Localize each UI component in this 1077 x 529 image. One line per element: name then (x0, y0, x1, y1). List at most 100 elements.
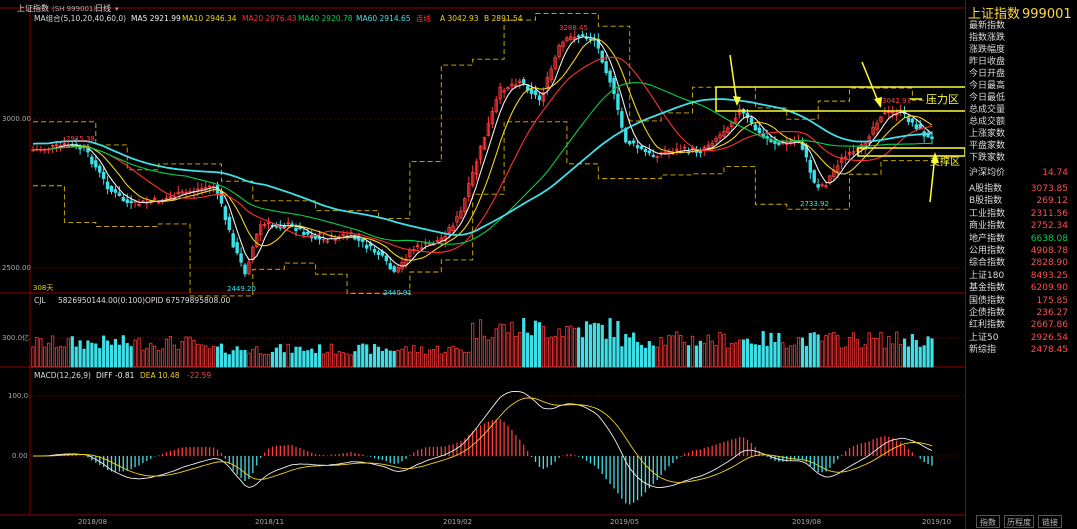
volume-bar (592, 322, 596, 368)
sub-index-row[interactable]: 新综指 2478.45 (966, 344, 1077, 356)
volume-bar (306, 350, 310, 368)
quote-label: 总成交量 (969, 105, 1006, 115)
volume-bar (745, 338, 750, 368)
sub-index-row[interactable]: 企债指数 236.27 (966, 307, 1077, 319)
sub-index-row[interactable]: 上证50 2926.54 (966, 332, 1077, 344)
volume-bar (875, 338, 879, 368)
date-tick: 2019/02 (443, 518, 472, 526)
volume-bar (329, 343, 333, 368)
sub-index-row[interactable]: 综合指数 2828.90 (966, 257, 1077, 269)
sub-index-row[interactable]: A股指数 3073.85 (966, 183, 1077, 195)
candle-body (608, 70, 612, 83)
volume-bar (722, 333, 726, 368)
tab-history[interactable]: 历程度 (1004, 515, 1034, 528)
sub-index-label: 红利指数 (969, 320, 1006, 331)
volume-bar (569, 325, 573, 368)
candle-body (580, 34, 585, 37)
volume-bar (679, 335, 683, 368)
volume-bar (714, 344, 718, 368)
volume-bar (121, 335, 125, 368)
volume-bar (490, 337, 494, 368)
tab-index[interactable]: 指数 (976, 515, 1000, 528)
volume-bar (808, 332, 812, 368)
sub-index-row[interactable]: 工业指数 2311.56 (966, 208, 1077, 220)
volume-bar (105, 340, 110, 368)
sub-index-row[interactable]: 红利指数 2667.86 (966, 319, 1077, 331)
macd-axis: 100.0 0.00 (8, 392, 28, 460)
chevron-down-icon[interactable]: ▾ (115, 5, 119, 13)
sub-index-row[interactable]: 地产指数 6638.08 (966, 233, 1077, 245)
volume-bar (757, 344, 761, 368)
candle-body (918, 124, 922, 129)
sub-index-label: 公用指数 (969, 246, 1006, 256)
volume-bar (796, 337, 801, 368)
volume-bar (647, 341, 651, 368)
volume-bar (58, 345, 63, 368)
quote-label: 平盘家数 (969, 141, 1006, 151)
candle-body (604, 61, 608, 74)
volume-bar (855, 339, 860, 368)
volume-bar (302, 350, 306, 368)
tab-link[interactable]: 链接 (1038, 515, 1062, 528)
sub-index-value: 2752.34 (1030, 221, 1068, 232)
panel-frames (0, 7, 965, 516)
volume-bar (392, 350, 396, 368)
candle-body (372, 248, 377, 253)
candle-body (392, 266, 396, 272)
volume-bar (141, 349, 145, 368)
volume-bar (863, 344, 867, 368)
quote-label: 指数涨跌 (969, 33, 1006, 43)
sub-index-row[interactable]: 基金指数 6209.90 (966, 282, 1077, 294)
period-label[interactable]: 日线 (95, 3, 111, 13)
sub-index-value: 8493.25 (1030, 270, 1068, 281)
candle-body (914, 124, 918, 130)
quote-row: 今日开盘 (966, 68, 1077, 80)
ratio-value: 14.74 (1042, 168, 1068, 178)
volume-bar (247, 352, 251, 368)
quote-row: 总成交量 (966, 104, 1077, 116)
ma5-value: MA5 2921.99 (131, 14, 181, 23)
volume-bar (404, 346, 408, 368)
volume-bar (416, 352, 420, 368)
volume-bar (561, 335, 565, 368)
sub-index-row[interactable]: 商业指数 2752.34 (966, 220, 1077, 232)
volume-bar (632, 332, 636, 368)
sub-index-label: 工业指数 (969, 208, 1006, 219)
volume-bar (498, 323, 502, 368)
channel-band (33, 12, 932, 297)
volume-bar (215, 346, 220, 368)
volume-bar (70, 336, 74, 368)
volume-bar (149, 342, 153, 368)
volume-bar (639, 344, 644, 368)
volume-bar (78, 340, 82, 368)
sub-index-row[interactable]: 公用指数 4908.78 (966, 245, 1077, 257)
volume-bar (43, 346, 47, 368)
date-axis: 2018/08 2018/11 2019/02 2019/05 2019/08 … (78, 518, 951, 526)
volume-bar (800, 337, 805, 368)
volume-bar (133, 339, 137, 368)
quote-row: 最新指数 (966, 20, 1077, 32)
candle-body (522, 79, 526, 84)
volume-bar (663, 344, 667, 368)
volume-bar (620, 346, 624, 368)
kline-chart[interactable]: 上证指数 (SH 999001) 日线 ▾ MA组合(5,10,20,40,60… (0, 0, 965, 529)
volume-legend: CJL 5826950144.00(0:100) OPID 6757989580… (34, 296, 230, 305)
candle-body (635, 145, 640, 149)
volume-bar (337, 351, 341, 368)
volume-bar (502, 324, 506, 368)
sub-index-row[interactable]: 国债指数 175.85 (966, 295, 1077, 307)
candle-body (537, 95, 542, 101)
volume-bar (565, 326, 569, 368)
annot-2449: 2449.20 (227, 285, 256, 293)
volume-bar (286, 343, 290, 368)
sub-index-row[interactable]: 上证180 8493.25 (966, 270, 1077, 282)
volume-bar (918, 346, 922, 368)
candle-body (98, 165, 102, 173)
volume-bar (600, 324, 604, 368)
volume-bar (282, 352, 286, 368)
candle-body (930, 136, 934, 140)
candle-body (227, 216, 231, 231)
volume-bar (478, 319, 483, 368)
volume-bar (612, 336, 616, 368)
sub-index-row[interactable]: B股指数 269.12 (966, 195, 1077, 207)
